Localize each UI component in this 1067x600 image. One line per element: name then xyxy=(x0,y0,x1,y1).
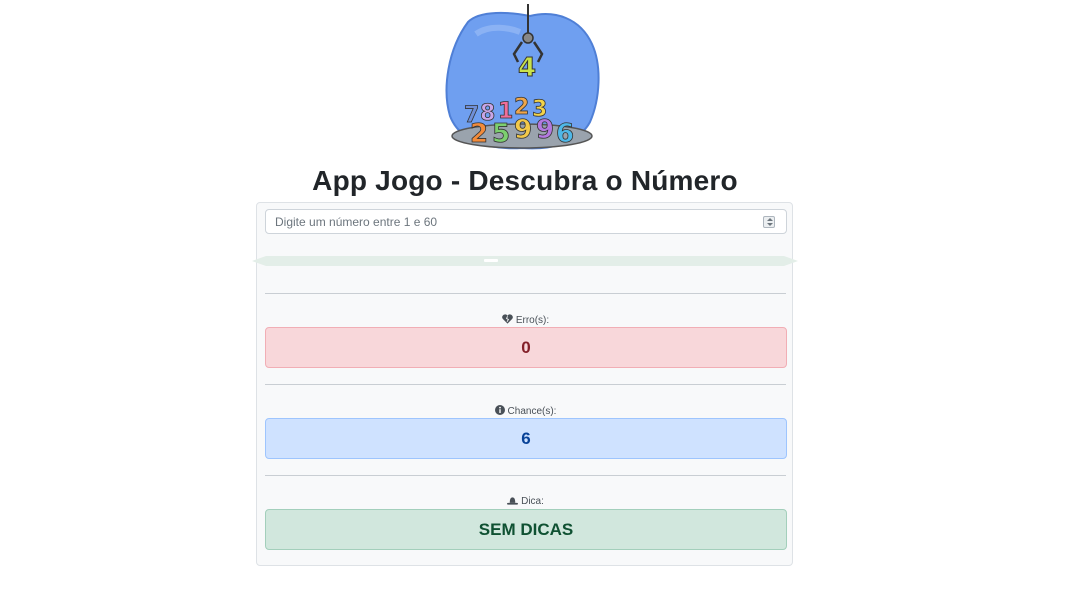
chances-label-row: Chance(s): xyxy=(257,405,794,418)
divider xyxy=(265,475,786,476)
page-title: App Jogo - Descubra o Número xyxy=(312,165,738,196)
hint-value-box: SEM DICAS xyxy=(265,509,787,550)
svg-text:5: 5 xyxy=(492,119,510,149)
chances-label: Chance(s): xyxy=(507,406,557,417)
game-card: Erro(s): 0 Chance(s): 6 Dica: SEM DICAS xyxy=(252,202,798,566)
submit-strip[interactable] xyxy=(252,256,798,266)
errors-value-box: 0 xyxy=(265,327,787,368)
guess-number-input[interactable] xyxy=(265,209,787,234)
hint-label: Dica: xyxy=(521,496,544,507)
svg-text:9: 9 xyxy=(514,115,532,145)
number-spinner-icon[interactable] xyxy=(763,216,775,228)
submit-handle-icon xyxy=(484,259,498,262)
svg-text:6: 6 xyxy=(556,119,574,149)
errors-label: Erro(s): xyxy=(515,315,550,326)
errors-label-row: Erro(s): xyxy=(257,314,794,327)
svg-text:4: 4 xyxy=(518,53,536,83)
hint-label-row: Dica: xyxy=(257,496,794,508)
svg-text:2: 2 xyxy=(470,119,488,149)
chances-value-box: 6 xyxy=(265,418,787,459)
info-circle-icon xyxy=(494,405,505,415)
divider xyxy=(265,384,786,385)
svg-text:9: 9 xyxy=(536,115,554,145)
divider xyxy=(265,293,786,294)
hat-icon xyxy=(507,497,519,505)
heart-broken-icon xyxy=(501,314,513,324)
game-logo-image: 4 7 8 1 2 3 2 5 9 9 6 xyxy=(445,4,600,149)
